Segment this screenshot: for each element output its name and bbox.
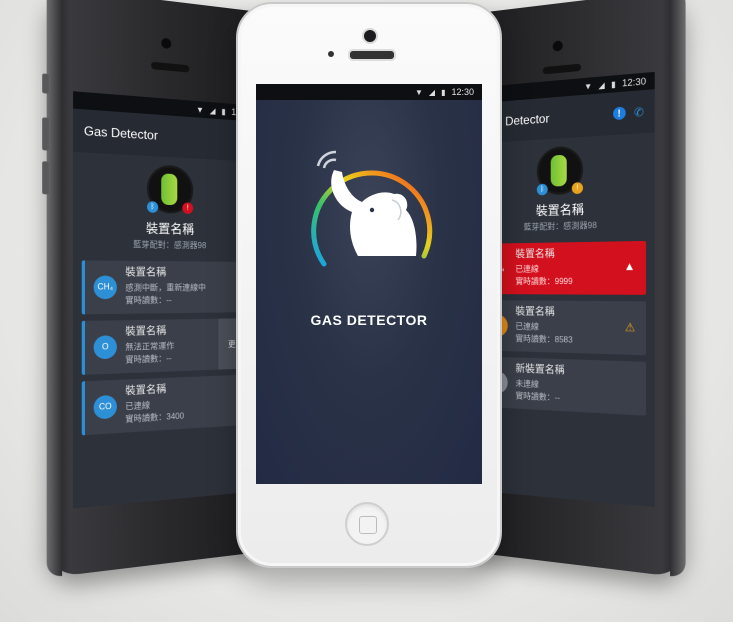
home-button[interactable] [345,502,389,546]
device-name: 裝置名稱 [73,217,260,239]
card-title: 裝置名稱 [125,326,174,340]
front-camera [553,40,563,51]
card-reading: 實時讀數：8583 [515,333,572,347]
alert-icon: ! [182,202,193,214]
avatar: ᛒ ! [537,145,583,195]
elephant-gauge-logo [296,146,442,276]
warning-triangle-icon: ⚠ [625,320,636,334]
wifi-icon: ▼ [415,88,423,97]
card-title: 新裝置名稱 [515,364,564,378]
status-time: 12:30 [622,76,646,89]
warning-triangle-icon: ▲ [624,260,636,273]
splash-title: GAS DETECTOR [256,312,482,328]
device-profile[interactable]: ᛒ ! 裝置名稱 藍芽配對：感測器98 [73,152,260,256]
phone-side [670,0,686,578]
proximity-sensor [328,51,334,57]
device-sub: 藍芽配對：感測器98 [73,238,260,252]
warning-icon: ! [572,182,583,194]
list-item[interactable]: ! 新裝置名稱 未連線 實時讀數：-- [479,356,646,415]
card-status: 已連線 [515,263,572,276]
signal-icon: ◢ [598,80,604,90]
card-reading: 實時讀數：3400 [125,410,184,426]
card-reading: 實時讀數：-- [515,390,564,405]
wifi-icon: ▼ [196,105,204,115]
right-phone: ▼ ◢ ▮ 12:30 Gas Detector ! ✆ ᛒ ! 裝置名稱 藍芽… [470,0,686,578]
left-phone: ▼ ◢ ▮ 12:30 Gas Detector ! ᛒ ! 裝置名稱 藍芽配對… [47,0,260,578]
card-status: 感測中斷，重新連線中 [125,282,206,295]
wifi-icon: ▼ [584,81,592,91]
battery-icon: ▮ [221,107,225,116]
earpiece [151,62,189,73]
volume-up-button [42,117,49,150]
card-title: 裝置名稱 [125,267,206,280]
bluetooth-icon: ᛒ [537,184,548,196]
signal-icon: ◢ [429,88,435,97]
list-item[interactable]: CO 裝置名稱 已連線 實時讀數：3400 [82,374,253,435]
mute-switch [42,73,49,93]
status-bar: ▼ ◢ ▮ 12:30 [256,84,482,100]
list-item[interactable]: O 裝置名稱 無法正常運作 實時讀數：-- 更新 [82,318,253,375]
card-reading: 實時讀數：-- [125,353,174,367]
list-item[interactable]: CH₄ 裝置名稱 感測中斷，重新連線中 實時讀數：-- [82,260,253,314]
card-reading: 實時讀數：9999 [515,276,572,289]
front-camera [362,28,378,44]
gas-co-icon: CO [94,395,117,420]
card-reading: 實時讀數：-- [125,294,206,307]
earpiece [348,49,396,61]
avatar: ᛒ ! [147,164,193,214]
gas-o-icon: O [94,335,117,359]
center-phone: ▼ ◢ ▮ 12:30 GAS DETECTOR [236,2,502,568]
list-item[interactable]: CH₄ 裝置名稱 已連線 實時讀數：9999 ▲ [479,241,646,295]
card-title: 裝置名稱 [515,306,572,319]
signal-icon: ◢ [210,106,216,116]
phone-side [47,0,62,578]
bluetooth-icon: ᛒ [147,201,158,213]
status-time: 12:30 [451,87,474,97]
gas-ch4-icon: CH₄ [94,276,117,300]
splash-screen: ▼ ◢ ▮ 12:30 GAS DETECTOR [256,84,482,484]
front-camera [161,38,171,49]
card-title: 裝置名稱 [515,248,572,261]
app-title: Gas Detector [84,123,158,143]
card-title: 裝置名稱 [125,383,184,398]
earpiece [543,64,581,75]
phone-icon[interactable]: ✆ [634,105,644,120]
volume-down-button [42,161,49,194]
left-screen: ▼ ◢ ▮ 12:30 Gas Detector ! ᛒ ! 裝置名稱 藍芽配對… [73,91,260,508]
info-icon[interactable]: ! [613,106,626,120]
list-item[interactable]: O 裝置名稱 已連線 實時讀數：8583 ⚠ [479,300,646,355]
battery-icon: ▮ [441,88,445,97]
battery-icon: ▮ [611,79,616,89]
